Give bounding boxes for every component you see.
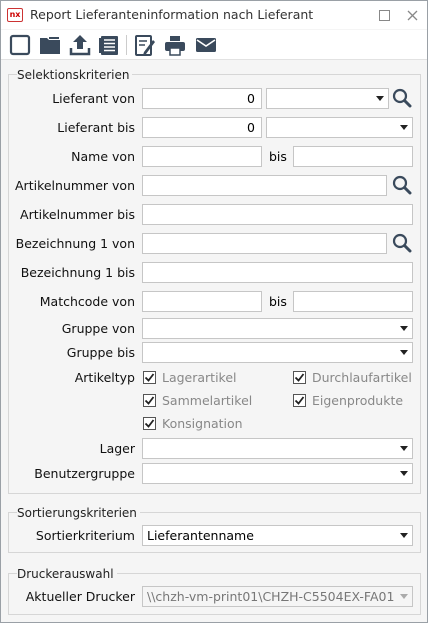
checkbox-sammelartikel-label: Sammelartikel [162, 392, 253, 408]
gruppe-bis-label: Gruppe bis [66, 345, 135, 360]
matchcode-von-input[interactable] [142, 291, 262, 312]
checkbox-box[interactable] [143, 416, 156, 430]
search-icon [392, 88, 412, 108]
artikelnummer-bis-label: Artikelnummer bis [20, 207, 135, 222]
bezeichnung-von-label: Bezeichnung 1 von [15, 236, 135, 251]
benutzergruppe-select[interactable] [142, 463, 413, 484]
maximize-icon [378, 9, 390, 21]
chevron-down-icon [400, 594, 408, 599]
print-icon [165, 36, 185, 56]
checkbox-box[interactable] [293, 393, 306, 407]
benutzergruppe-label: Benutzergruppe [34, 466, 135, 481]
checkbox-box[interactable] [143, 370, 156, 384]
window-title: Report Lieferanteninformation nach Liefe… [30, 7, 314, 22]
artikelnummer-bis-input[interactable] [142, 204, 413, 225]
checkbox-eigenprodukte-label: Eigenprodukte [312, 392, 404, 408]
lieferant-von-label: Lieferant von [52, 91, 135, 106]
lieferant-bis-select[interactable] [266, 117, 413, 138]
artikelnummer-von-input[interactable] [142, 175, 387, 196]
print-button[interactable] [163, 33, 187, 57]
sorting-group-title: Sortierungskriterien [17, 506, 140, 520]
artikeltyp-label: Artikeltyp [74, 370, 135, 385]
gruppe-von-label: Gruppe von [61, 321, 135, 336]
check-icon [294, 372, 305, 382]
chevron-down-icon [400, 471, 408, 476]
chevron-down-icon [400, 533, 408, 538]
gruppe-von-select[interactable] [142, 318, 413, 339]
close-button[interactable] [401, 5, 423, 25]
current-printer-label: Aktueller Drucker [25, 589, 135, 604]
toolbar-separator [126, 35, 127, 55]
edit-icon [135, 35, 155, 56]
search-icon [392, 233, 412, 253]
mail-button[interactable] [194, 33, 218, 57]
maximize-button[interactable] [373, 5, 395, 25]
artikelnummer-von-label: Artikelnummer von [15, 178, 135, 193]
check-icon [144, 372, 155, 382]
list-icon [99, 36, 118, 55]
mail-icon [196, 38, 216, 52]
checkbox-konsignation[interactable]: Konsignation [143, 415, 243, 431]
selection-group-title: Selektionskriterien [17, 68, 133, 82]
checkbox-box[interactable] [293, 370, 306, 384]
sortierkriterium-label: Sortierkriterium [35, 528, 135, 543]
edit-button[interactable] [133, 33, 157, 57]
new-icon [9, 34, 31, 56]
title-bar: nx Report Lieferanteninformation nach Li… [1, 1, 427, 29]
printer-group-title: Druckerauswahl [17, 567, 117, 581]
lieferant-von-search-button[interactable] [390, 86, 414, 110]
name-bis-label: bis [269, 149, 287, 164]
bezeichnung-von-input[interactable] [142, 233, 387, 254]
upload-icon [69, 35, 91, 56]
lieferant-von-select[interactable] [266, 88, 389, 109]
gruppe-bis-select[interactable] [142, 342, 413, 363]
name-bis-input[interactable] [293, 146, 413, 167]
matchcode-von-label: Matchcode von [39, 294, 135, 309]
lieferant-bis-input[interactable]: 0 [142, 117, 262, 138]
check-icon [144, 418, 155, 428]
current-printer-select[interactable]: \\chzh-vm-print01\CHZH-C5504EX-FA01 [142, 586, 413, 607]
check-icon [144, 395, 155, 405]
search-icon [392, 175, 412, 195]
chevron-down-icon [400, 125, 408, 130]
checkbox-lagerartikel[interactable]: Lagerartikel [143, 369, 237, 385]
chevron-down-icon [400, 446, 408, 451]
chevron-down-icon [400, 326, 408, 331]
matchcode-bis-label: bis [269, 294, 287, 309]
lieferant-von-input[interactable]: 0 [142, 88, 262, 109]
name-von-label: Name von [71, 149, 135, 164]
sortierkriterium-select-value: Lieferantenname [147, 528, 254, 543]
toolbar [1, 30, 427, 60]
lager-select[interactable] [142, 438, 413, 459]
matchcode-bis-input[interactable] [293, 291, 413, 312]
sortierkriterium-select[interactable]: Lieferantenname [142, 525, 413, 546]
checkbox-konsignation-label: Konsignation [162, 415, 243, 431]
checkbox-durchlaufartikel[interactable]: Durchlaufartikel [293, 369, 412, 385]
lager-label: Lager [99, 441, 135, 456]
bezeichnung-bis-input[interactable] [142, 262, 413, 283]
close-icon [407, 10, 417, 20]
name-von-input[interactable] [142, 146, 262, 167]
checkbox-lagerartikel-label: Lagerartikel [162, 369, 237, 385]
list-button[interactable] [97, 33, 121, 57]
artikelnummer-search-button[interactable] [390, 173, 414, 197]
checkbox-sammelartikel[interactable]: Sammelartikel [143, 392, 252, 408]
current-printer-value: \\chzh-vm-print01\CHZH-C5504EX-FA01 [147, 589, 395, 604]
bezeichnung-search-button[interactable] [390, 231, 414, 255]
chevron-down-icon [376, 96, 384, 101]
upload-button[interactable] [68, 33, 92, 57]
open-button[interactable] [38, 33, 62, 57]
lieferant-bis-label: Lieferant bis [57, 120, 135, 135]
checkbox-eigenprodukte[interactable]: Eigenprodukte [293, 392, 403, 408]
report-window: nx Report Lieferanteninformation nach Li… [0, 0, 428, 623]
chevron-down-icon [400, 350, 408, 355]
bezeichnung-bis-label: Bezeichnung 1 bis [20, 265, 135, 280]
check-icon [294, 395, 305, 405]
checkbox-box[interactable] [143, 393, 156, 407]
open-icon [40, 37, 60, 54]
checkbox-durchlaufartikel-label: Durchlaufartikel [312, 369, 412, 385]
app-logo: nx [7, 8, 23, 22]
new-button[interactable] [8, 33, 32, 57]
